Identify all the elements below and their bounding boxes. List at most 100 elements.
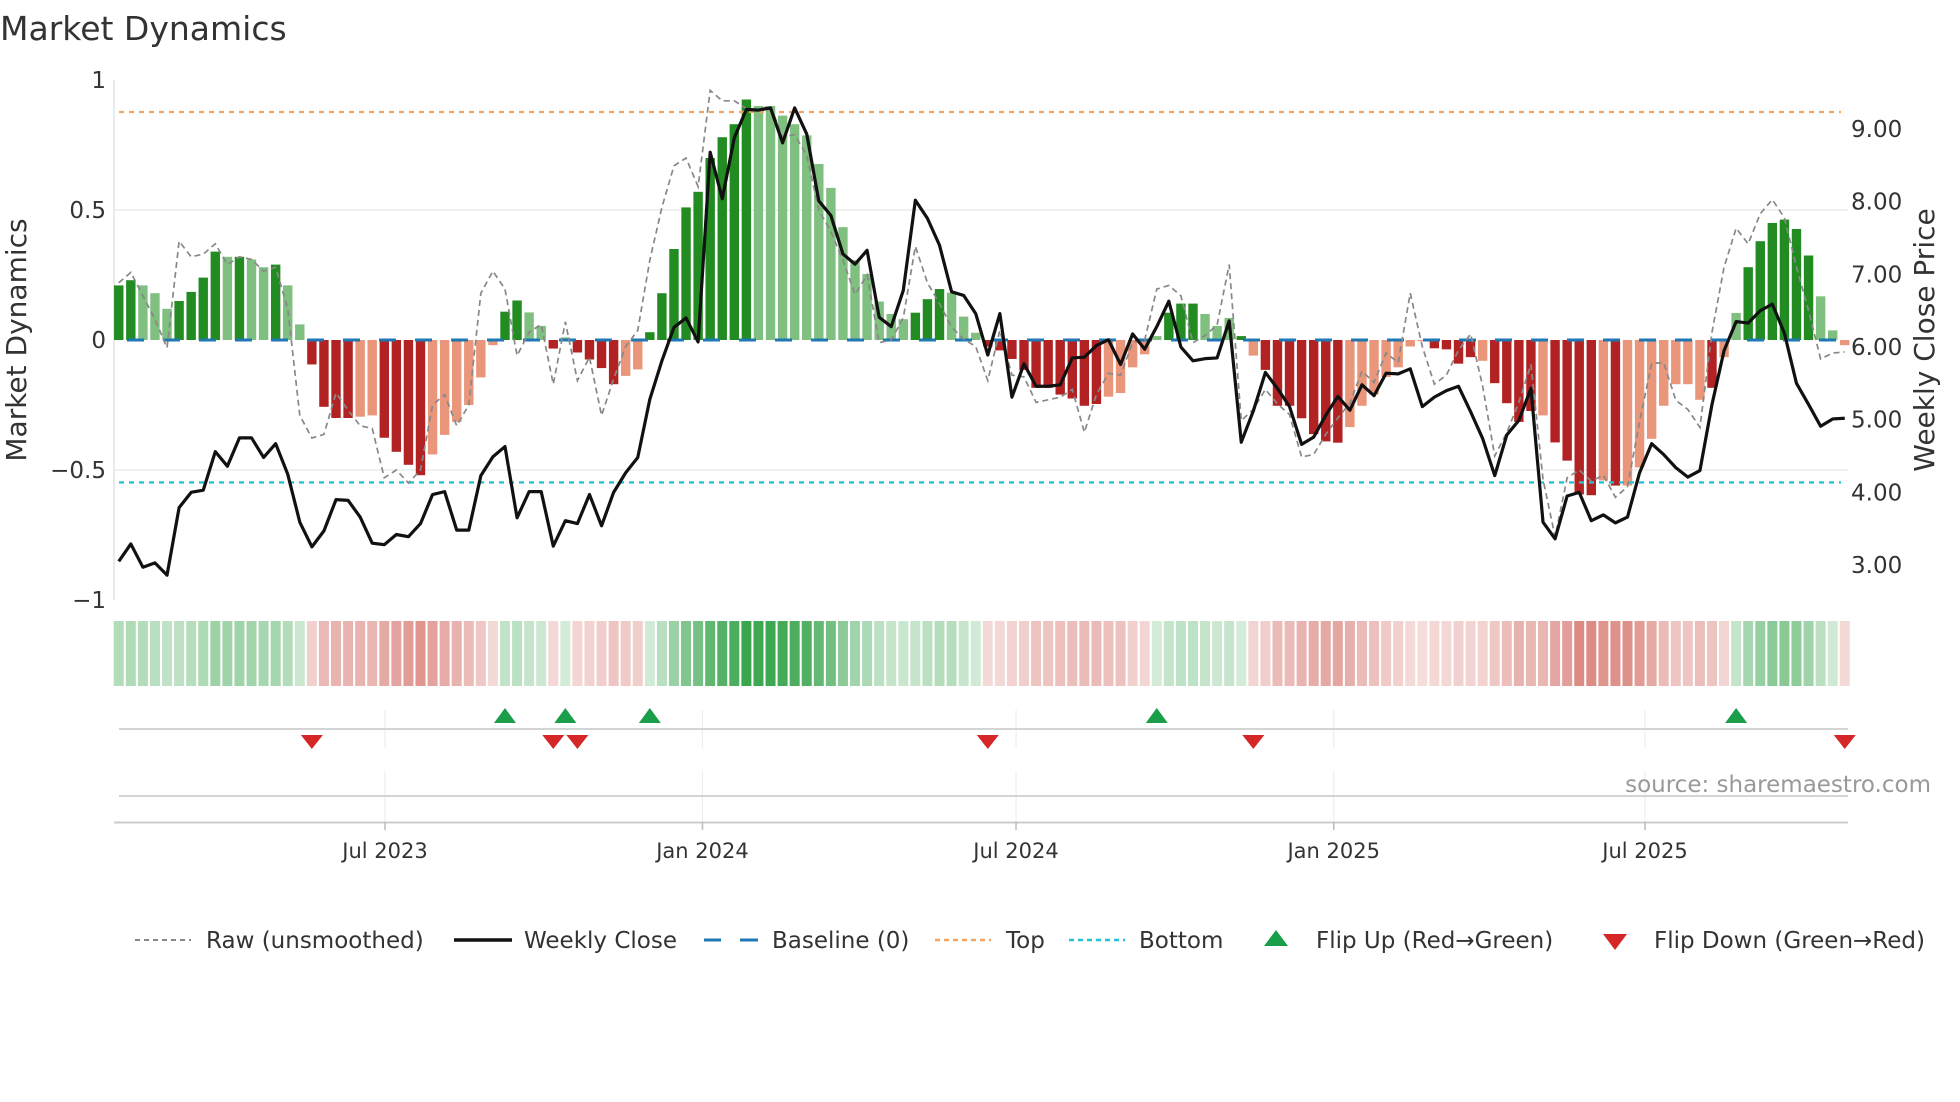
dynamics-bar [1695,340,1705,400]
dynamics-bar [1622,340,1633,486]
dynamics-bar [946,292,957,340]
dynamics-bar [1815,296,1826,340]
dynamics-bar [1743,267,1753,340]
x-tick-label: Jul 2024 [971,839,1058,863]
dynamics-bar [234,256,245,340]
dynamics-bar [150,293,160,340]
dynamics-bar [657,293,667,340]
right-tick-label: 6.00 [1851,335,1902,361]
strip-cell [343,621,354,686]
right-tick-label: 9.00 [1851,117,1902,143]
x-tick-label: Jul 2025 [1600,839,1687,863]
strip-cell [306,621,317,686]
flip-down-marker [542,735,565,749]
dynamics-bar [1671,340,1681,385]
strip-cell [1417,621,1428,686]
strip-cell [1538,621,1549,686]
strip-cell [982,621,993,686]
dynamics-bar [1598,340,1609,481]
strip-cell [451,621,462,686]
strip-cell [162,621,173,686]
dynamics-bar [114,285,124,340]
dynamics-bar [174,301,184,340]
dynamics-bar [777,115,788,341]
strip-cell [874,621,885,686]
right-tick-label: 7.00 [1851,262,1902,288]
dynamics-bar [524,312,534,340]
dynamics-bar [295,324,305,340]
strip-cell [113,621,124,686]
strip-cell [1441,621,1452,686]
strip-cell [1332,621,1343,686]
dynamics-bar [922,299,933,340]
dynamics-bar [319,340,329,407]
strip-cell [137,621,148,686]
strip-cell [1356,621,1367,686]
strip-cell [1320,621,1331,686]
strip-cell [1163,621,1174,686]
dynamics-bar [1538,340,1548,416]
strip-cell [1224,621,1235,686]
flip-down-marker [300,735,323,749]
strip-cell [1501,621,1512,686]
strip-cell [186,621,197,686]
dynamics-bar [1152,336,1162,340]
dynamics-bar [862,273,872,340]
dynamics-bar [910,312,921,340]
strip-cell [222,621,233,686]
strip-cell [1212,621,1223,686]
dynamics-bar [717,137,727,340]
dynamics-bar [1296,340,1307,419]
x-tick-label: Jul 2023 [340,839,427,863]
strip-cell [1260,621,1271,686]
flip-up-marker [493,708,516,723]
strip-cell [1296,621,1307,686]
dynamics-bar [379,340,389,438]
strip-cell [850,621,861,686]
left-tick-label: −0.5 [50,458,106,484]
strip-cell [1489,621,1500,686]
strip-cell [765,621,776,686]
dynamics-bar [1043,340,1053,388]
legend: Raw (unsmoothed) Weekly Close Baseline (… [135,928,1925,954]
strip-cell [1610,621,1621,686]
flip-markers-panel [119,708,1856,822]
strip-cell [1706,621,1717,686]
flip-down-marker [566,735,589,749]
dynamics-bar [1079,340,1090,406]
flip-up-marker [554,708,577,723]
strip-cell [910,621,921,686]
dynamics-bar [1321,340,1331,442]
dynamics-bar [403,340,414,465]
dynamics-bar [1659,340,1669,406]
strip-cell [1043,621,1054,686]
legend-item-bottom: Bottom [1069,928,1223,954]
flip-up-marker [1725,708,1748,723]
dynamics-bar [258,267,269,340]
legend-flip-up-label: Flip Up (Red→Green) [1316,928,1553,954]
strip-cell [1477,621,1488,686]
dynamics-bar [1707,340,1717,388]
strip-cell [825,621,836,686]
dynamics-bar [789,124,800,340]
legend-item-baseline: Baseline (0) [704,928,909,954]
flip-down-marker [1833,735,1856,749]
strip-cell [1127,621,1138,686]
legend-item-flip-up: Flip Up (Red→Green) [1264,928,1553,954]
left-tick-label: 0.5 [69,198,106,224]
left-tick-label: 0 [91,328,106,354]
strip-cell [934,621,945,686]
strip-cell [198,621,209,686]
strip-cell [1743,621,1754,686]
dynamics-bar [500,311,510,340]
strip-cell [487,621,498,686]
strip-cell [584,621,595,686]
strip-cell [886,621,897,686]
flip-up-icon [1264,930,1288,946]
dynamics-bar [1381,340,1391,377]
series-lines [117,88,1845,577]
strip-cell [777,621,788,686]
strip-cell [512,621,523,686]
dynamics-bar [1441,340,1452,350]
dynamics-bar [198,277,208,340]
